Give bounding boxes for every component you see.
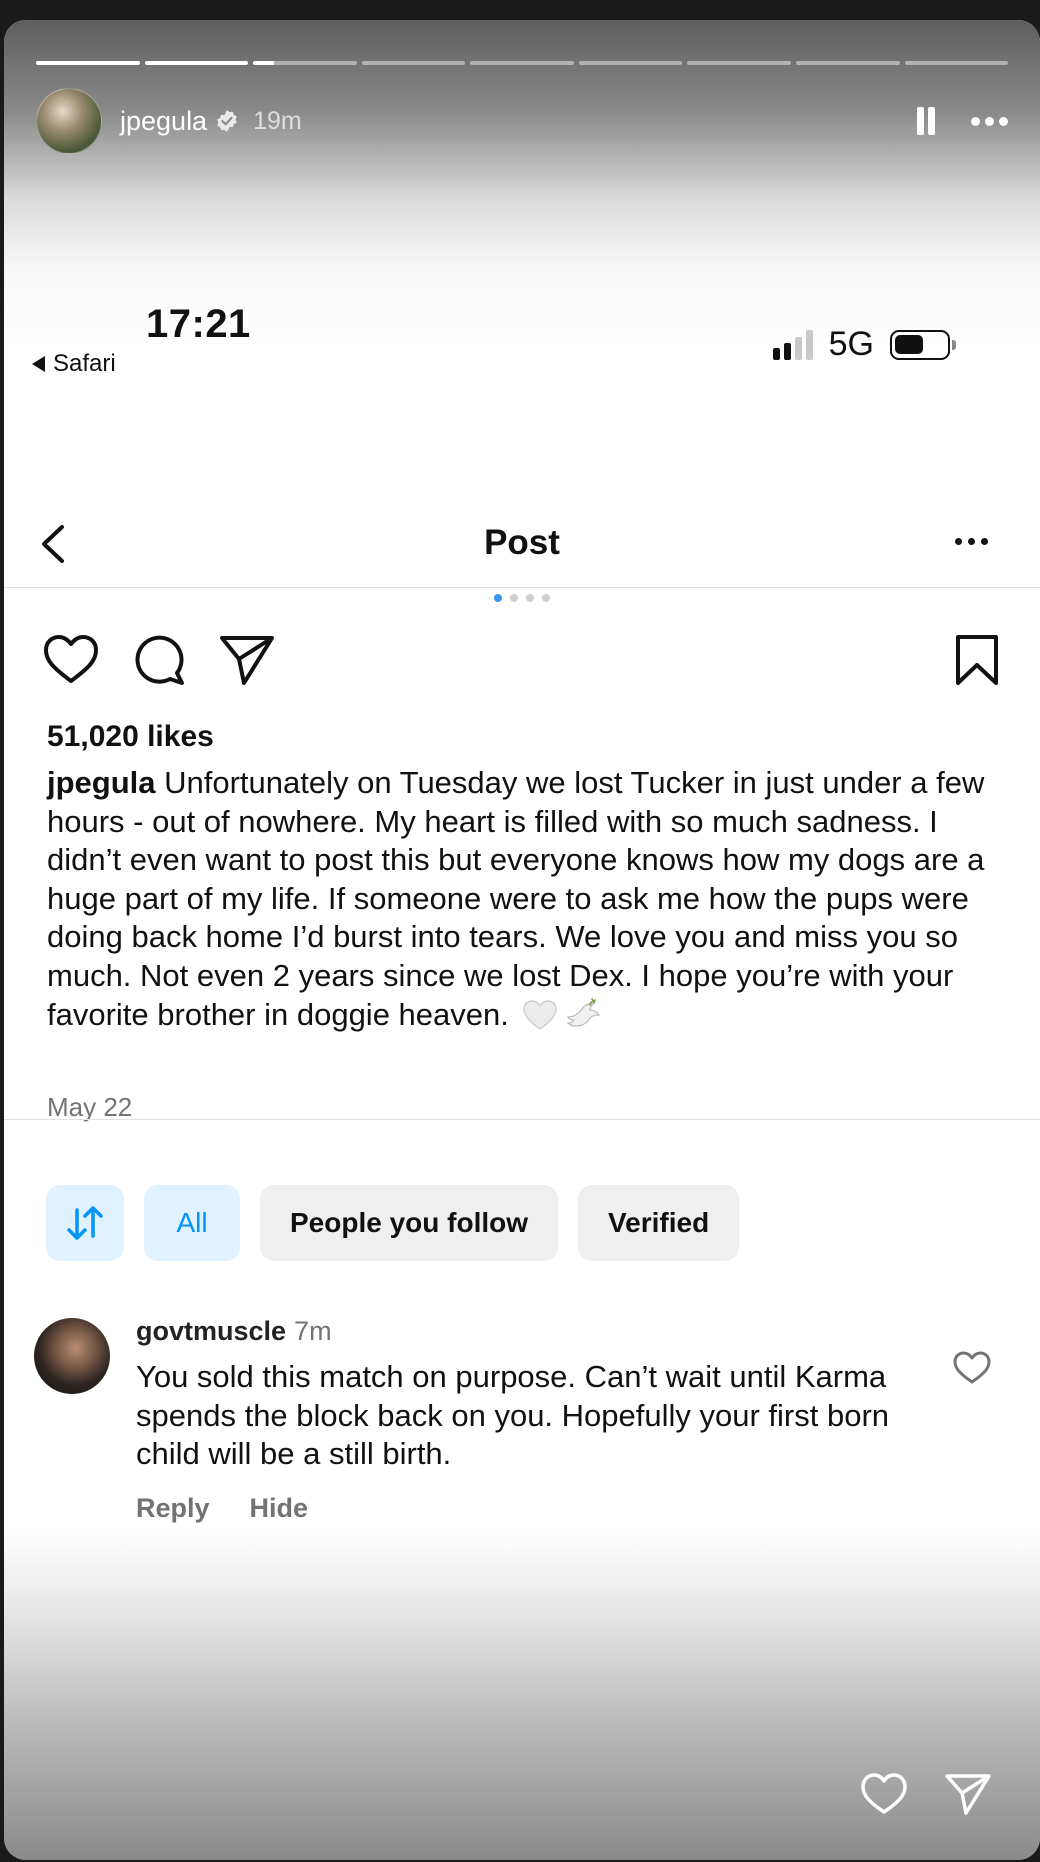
- sort-icon: [67, 1206, 103, 1240]
- sort-button[interactable]: [46, 1185, 124, 1261]
- progress-segment-3: [253, 61, 357, 65]
- status-time: 17:21: [146, 302, 251, 346]
- caption-text: Unfortunately on Tuesday we lost Tucker …: [47, 765, 985, 1032]
- comment-text: You sold this match on purpose. Can’t wa…: [136, 1359, 890, 1471]
- progress-segment-7: [687, 61, 791, 65]
- progress-fill: [253, 61, 274, 65]
- back-icon[interactable]: [36, 524, 70, 564]
- carousel-dots: [4, 594, 1040, 602]
- comment-icon[interactable]: [130, 633, 188, 687]
- progress-fill: [36, 61, 140, 65]
- post-more-icon[interactable]: [955, 538, 988, 545]
- story-username[interactable]: jpegula: [120, 106, 207, 137]
- progress-segment-4: [361, 61, 466, 65]
- network-label: 5G: [828, 325, 874, 363]
- post-caption: jpegula Unfortunately on Tuesday we lost…: [47, 764, 1007, 1035]
- progress-segment-9: [904, 61, 1009, 65]
- story-reply-actions: [860, 1772, 992, 1816]
- bookmark-icon[interactable]: [952, 633, 1002, 687]
- page-title: Post: [484, 523, 560, 562]
- filter-verified[interactable]: Verified: [578, 1185, 740, 1261]
- progress-fill: [144, 61, 249, 65]
- progress-segment-2: [144, 61, 249, 65]
- heart-icon[interactable]: [42, 633, 100, 687]
- story-share-icon[interactable]: [944, 1772, 992, 1816]
- comment-actions: Reply Hide: [136, 1493, 308, 1524]
- progress-segment-8: [795, 61, 900, 65]
- filter-all[interactable]: All: [144, 1185, 240, 1261]
- story-avatar[interactable]: [36, 88, 102, 154]
- top-gradient: [4, 20, 1040, 350]
- back-triangle-icon: [32, 356, 45, 372]
- comment-username[interactable]: govtmuscle: [136, 1316, 286, 1346]
- like-count[interactable]: 51,020 likes: [47, 720, 214, 754]
- progress-segment-5: [470, 61, 574, 65]
- filter-people-you-follow[interactable]: People you follow: [260, 1185, 559, 1261]
- pause-icon[interactable]: [915, 107, 937, 135]
- verified-icon: [217, 110, 237, 132]
- status-indicators: 5G: [772, 325, 956, 364]
- story-header: jpegula 19m: [36, 88, 1008, 154]
- comment-filters: All People you follow Verified: [46, 1185, 740, 1261]
- story-viewer: jpegula 19m 17:21 Safari 5G Post 51,020 …: [4, 20, 1040, 1860]
- back-to-app[interactable]: Safari: [32, 350, 116, 378]
- story-like-icon[interactable]: [860, 1772, 908, 1816]
- reply-button[interactable]: Reply: [136, 1493, 210, 1524]
- post-nav: Post: [4, 508, 1040, 578]
- back-app-label: Safari: [53, 350, 116, 377]
- share-icon[interactable]: [218, 633, 276, 687]
- white-heart-emoji-icon: [522, 1000, 557, 1030]
- hide-button[interactable]: Hide: [250, 1493, 309, 1524]
- like-comment-icon[interactable]: [952, 1350, 992, 1386]
- dove-emoji-icon: [565, 998, 600, 1027]
- caption-divider: [4, 1119, 1040, 1120]
- progress-segment-6: [578, 61, 683, 65]
- progress-segment-1: [36, 61, 140, 65]
- story-time: 19m: [253, 106, 302, 135]
- caption-username[interactable]: jpegula: [47, 765, 156, 800]
- battery-icon: [890, 329, 956, 360]
- story-progress: [36, 61, 1009, 65]
- comment-time: 7m: [294, 1316, 332, 1346]
- signal-icon: [772, 329, 813, 360]
- comment-avatar[interactable]: [34, 1318, 110, 1394]
- comment-header: govtmuscle 7m: [136, 1316, 332, 1347]
- nav-divider: [4, 587, 1040, 588]
- more-icon[interactable]: [971, 116, 1008, 126]
- post-actions: [42, 632, 1002, 688]
